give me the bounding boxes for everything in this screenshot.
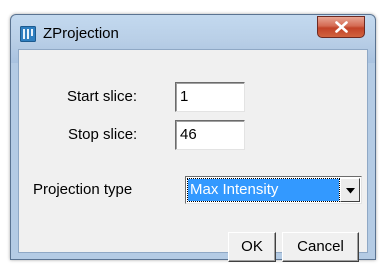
projection-type-value: Max Intensity	[187, 178, 340, 202]
start-slice-input[interactable]: 1	[175, 82, 245, 112]
title-bar[interactable]: ZProjection	[11, 15, 375, 49]
imagej-app-icon	[20, 26, 36, 42]
ok-button[interactable]: OK	[228, 232, 276, 262]
dialog-body: Start slice: 1 Stop slice: 46 Projection…	[18, 49, 368, 262]
projection-type-select[interactable]: Max Intensity	[185, 176, 362, 204]
dropdown-arrow-button[interactable]	[340, 178, 360, 202]
projection-type-label: Projection type	[33, 181, 133, 198]
zprojection-dialog: ZProjection Start slice: 1 Stop slice: 4…	[10, 14, 376, 262]
window-title: ZProjection	[43, 25, 119, 42]
cancel-button[interactable]: Cancel	[282, 232, 359, 262]
stop-slice-label: Stop slice:	[68, 126, 138, 143]
close-x-icon	[335, 21, 348, 33]
chevron-down-icon	[346, 188, 355, 194]
close-button[interactable]	[317, 16, 365, 38]
stop-slice-input[interactable]: 46	[175, 120, 245, 150]
start-slice-label: Start slice:	[67, 88, 138, 105]
